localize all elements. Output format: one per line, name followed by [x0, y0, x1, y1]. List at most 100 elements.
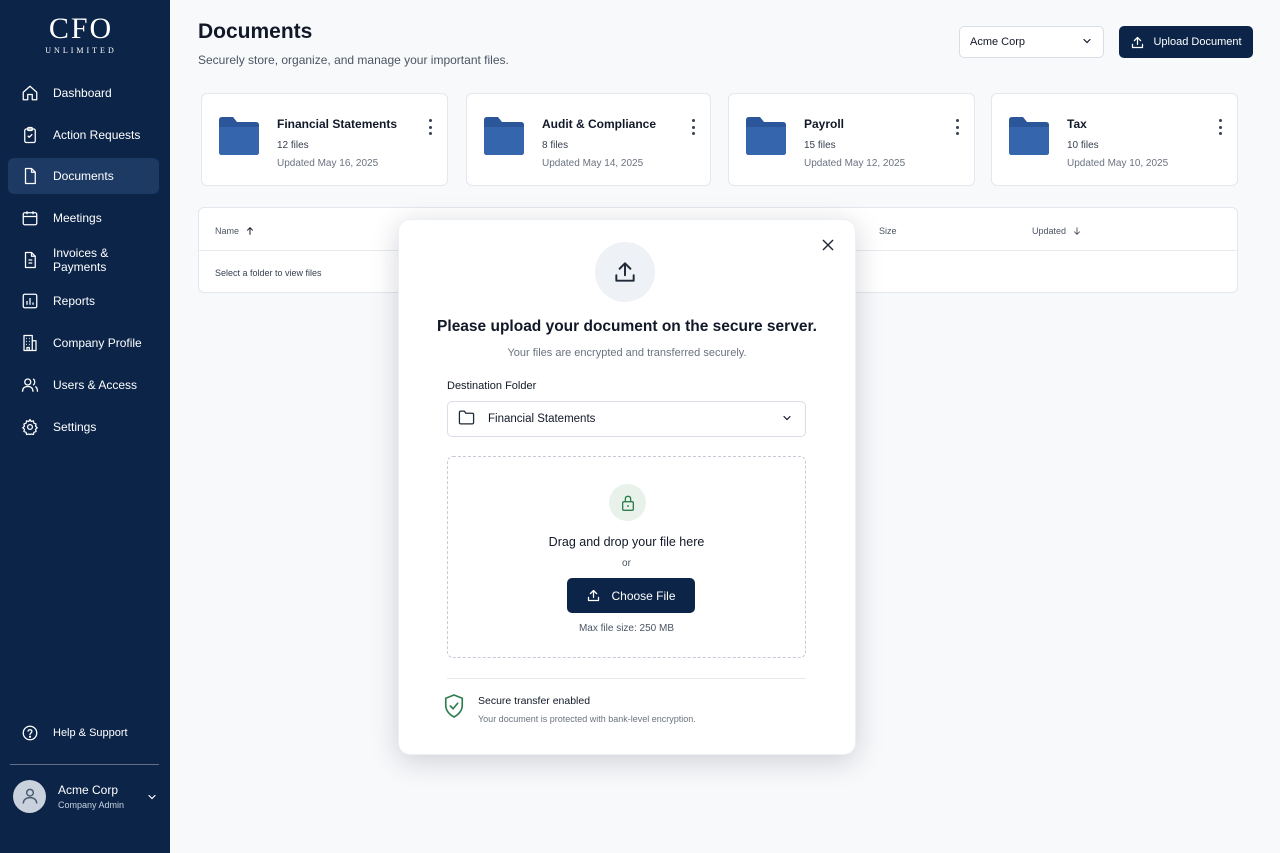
folder-icon [1008, 116, 1050, 161]
upload-modal: Please upload your document on the secur… [398, 219, 856, 755]
sidebar-item-label: Company Profile [53, 336, 142, 351]
page-title: Documents [198, 20, 313, 43]
choose-file-label: Choose File [611, 588, 676, 603]
folder-card-financial-statements[interactable]: Financial Statements 12 files Updated Ma… [201, 93, 448, 186]
avatar [13, 779, 46, 813]
calendar-icon [21, 209, 39, 227]
folder-name: Audit & Compliance [542, 117, 657, 131]
secure-transfer-subtitle: Your document is protected with bank-lev… [478, 714, 696, 724]
invoice-icon [21, 251, 39, 269]
folder-icon [483, 116, 525, 161]
destination-folder-select[interactable]: Financial Statements [447, 401, 806, 437]
destination-folder-value: Financial Statements [488, 413, 596, 425]
logo-sub: UNLIMITED [45, 46, 117, 55]
sidebar-item-label: Settings [53, 419, 97, 434]
shield-check-icon [443, 693, 465, 724]
help-support-label: Help & Support [53, 727, 128, 739]
sidebar-item-label: Meetings [53, 211, 102, 226]
folder-updated: Updated May 16, 2025 [277, 158, 379, 169]
sidebar-item-users-access[interactable]: Users & Access [8, 367, 159, 403]
more-options-icon[interactable] [690, 119, 696, 135]
sidebar-item-action-requests[interactable]: Action Requests [8, 117, 159, 153]
sidebar: CFO UNLIMITED Dashboard Action Requests … [0, 0, 170, 853]
sidebar-item-reports[interactable]: Reports [8, 283, 159, 319]
sidebar-item-settings[interactable]: Settings [8, 409, 159, 445]
user-name: Acme Corp [58, 782, 119, 797]
gear-icon [21, 418, 39, 436]
modal-title: Please upload your document on the secur… [437, 318, 817, 335]
chevron-down-icon [781, 412, 793, 427]
column-header-name[interactable]: Name [215, 226, 255, 236]
logo-main: CFO [48, 12, 114, 45]
folder-icon [745, 116, 787, 161]
upload-document-label: Upload Document [1153, 36, 1242, 48]
sidebar-item-meetings[interactable]: Meetings [8, 200, 159, 236]
file-icon [21, 167, 39, 185]
file-dropzone[interactable]: Drag and drop your file here or Choose F… [447, 456, 806, 658]
column-header-updated[interactable]: Updated [1032, 226, 1082, 236]
sidebar-item-label: Documents [53, 169, 114, 184]
sidebar-item-label: Invoices & Payments [53, 245, 109, 274]
column-header-size[interactable]: Size [879, 226, 897, 236]
logo[interactable]: CFO UNLIMITED [0, 14, 162, 56]
company-select[interactable]: Acme Corp [959, 26, 1104, 58]
sidebar-item-invoices[interactable]: Invoices & Payments [8, 242, 159, 278]
folder-name: Financial Statements [277, 117, 398, 131]
lock-icon [609, 484, 646, 521]
choose-file-button[interactable]: Choose File [567, 578, 695, 613]
sidebar-item-dashboard[interactable]: Dashboard [8, 75, 159, 111]
folder-updated: Updated May 14, 2025 [542, 158, 644, 169]
folder-file-count: 8 files [542, 140, 569, 151]
folder-card-payroll[interactable]: Payroll 15 files Updated May 12, 2025 [728, 93, 975, 186]
upload-icon [1132, 36, 1144, 48]
sidebar-nav: Dashboard Action Requests Documents Meet… [8, 75, 159, 450]
or-separator: or [622, 558, 631, 569]
folder-card-tax[interactable]: Tax 10 files Updated May 10, 2025 [991, 93, 1238, 186]
secure-transfer-title: Secure transfer enabled [478, 695, 591, 707]
column-header-label: Updated [1032, 226, 1067, 236]
sort-ascending-icon [247, 226, 254, 235]
drag-drop-text: Drag and drop your file here [548, 535, 705, 549]
users-icon [21, 376, 39, 394]
folder-icon [218, 116, 260, 161]
chevron-down-icon [1081, 35, 1093, 50]
folder-updated: Updated May 12, 2025 [804, 158, 906, 169]
help-support-link[interactable]: Help & Support [21, 724, 128, 742]
empty-state-text: Select a folder to view files [215, 268, 322, 278]
folder-file-count: 12 files [277, 140, 309, 151]
column-header-label: Name [215, 226, 240, 236]
sidebar-item-documents[interactable]: Documents [8, 158, 159, 195]
folder-file-count: 15 files [804, 140, 836, 151]
sidebar-item-company-profile[interactable]: Company Profile [8, 325, 159, 361]
close-icon[interactable] [821, 238, 835, 252]
sidebar-divider [10, 764, 159, 765]
home-icon [21, 84, 39, 102]
max-file-size: Max file size: 250 MB [578, 623, 675, 634]
chevron-down-icon [146, 790, 158, 802]
folder-name: Payroll [804, 117, 845, 131]
help-circle-icon [21, 724, 39, 742]
sidebar-item-label: Action Requests [53, 127, 141, 142]
company-select-value: Acme Corp [970, 36, 1026, 48]
upload-icon [588, 589, 600, 602]
more-options-icon[interactable] [954, 119, 960, 135]
more-options-icon[interactable] [1217, 119, 1223, 135]
column-header-label: Size [879, 226, 897, 236]
modal-divider [447, 678, 806, 679]
page-subtitle: Securely store, organize, and manage you… [198, 53, 509, 67]
sidebar-item-label: Dashboard [53, 86, 112, 100]
folder-updated: Updated May 10, 2025 [1067, 158, 1169, 169]
more-options-icon[interactable] [427, 119, 433, 135]
modal-subtitle: Your files are encrypted and transferred… [507, 347, 747, 359]
folder-card-audit-compliance[interactable]: Audit & Compliance 8 files Updated May 1… [466, 93, 711, 186]
upload-document-button[interactable]: Upload Document [1119, 26, 1253, 58]
folder-outline-icon [458, 410, 475, 428]
sidebar-item-label: Reports [53, 294, 96, 309]
destination-folder-label: Destination Folder [447, 380, 537, 392]
user-menu[interactable]: Acme Corp Company Admin [13, 779, 158, 813]
folder-name: Tax [1067, 117, 1087, 131]
folder-file-count: 10 files [1067, 140, 1099, 151]
sidebar-item-label: Users & Access [53, 377, 138, 392]
upload-icon [595, 242, 655, 302]
building-icon [21, 334, 39, 352]
